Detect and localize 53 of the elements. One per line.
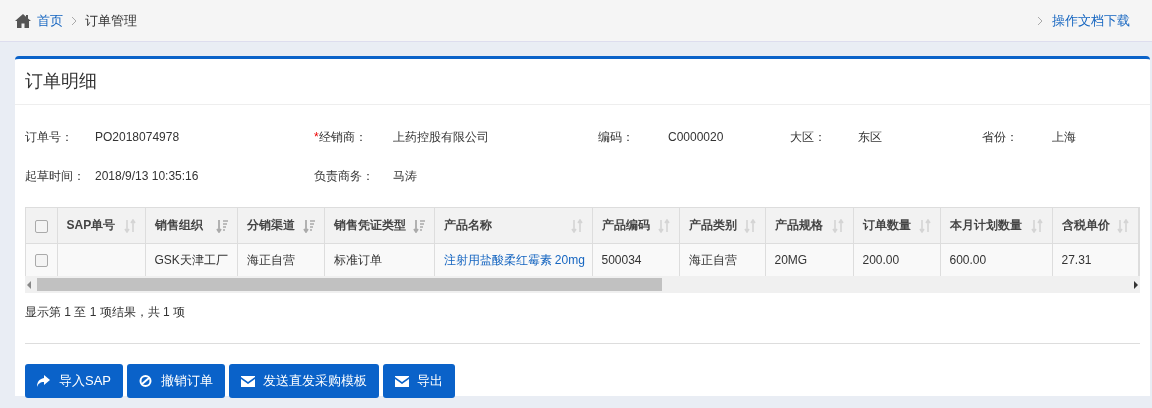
scroll-right-icon[interactable] (1132, 279, 1140, 290)
field-value: 东区 (858, 128, 883, 146)
scroll-left-icon[interactable] (25, 279, 33, 290)
ban-icon (139, 375, 153, 387)
field-label: 省份： (982, 128, 1019, 146)
table-cell: 200.00 (862, 252, 900, 267)
sort-icon[interactable] (1116, 216, 1129, 235)
field-label: 编码： (598, 128, 635, 146)
home-icon[interactable] (15, 13, 31, 28)
breadcrumb-item: 订单管理 (85, 11, 137, 30)
table-cell: GSK天津工厂 (154, 252, 228, 267)
chevron-icon (71, 16, 77, 27)
sort-icon[interactable] (743, 216, 756, 235)
table-cell: 500034 (601, 252, 642, 267)
mail-icon (241, 375, 255, 387)
sort-icon[interactable] (1030, 216, 1043, 235)
field-value: C0000020 (668, 128, 725, 146)
action-button[interactable]: 导出 (383, 364, 455, 398)
field-value: 上药控股有限公司 (393, 128, 490, 146)
chevron-icon (1037, 15, 1043, 26)
sort-icon[interactable] (918, 216, 931, 235)
table-cell: 海正自营 (246, 252, 295, 267)
doc-download-link[interactable]: 操作文档下载 (1052, 10, 1130, 31)
field-value: 马涛 (393, 167, 418, 185)
table-cell: 20MG (774, 252, 808, 267)
action-button[interactable]: 发送直发采购模板 (229, 364, 379, 398)
field-label: 订单号： (25, 128, 74, 146)
field-label: 负责商务： (314, 167, 375, 185)
action-button[interactable]: 导入SAP (25, 364, 123, 398)
table-cell: 27.31 (1061, 252, 1092, 267)
table-cell: 600.00 (949, 252, 987, 267)
table-cell: 标准订单 (333, 252, 382, 267)
table-cell: 海正自营 (688, 252, 737, 267)
checkbox[interactable] (35, 219, 48, 233)
sort-icon[interactable] (123, 216, 136, 235)
field-value: PO2018074978 (95, 128, 181, 146)
share-icon (37, 375, 51, 387)
mail-icon (395, 375, 409, 387)
sort-icon[interactable] (831, 216, 844, 235)
action-button[interactable]: 撤销订单 (127, 364, 225, 398)
field-label: 起草时间： (25, 167, 86, 185)
breadcrumb-item[interactable]: 首页 (37, 10, 63, 31)
column-header[interactable]: 产品名称 (443, 218, 492, 233)
panel-title: 订单明细 (15, 59, 1150, 105)
sort-icon[interactable] (657, 216, 670, 235)
field-label: 大区： (790, 128, 827, 146)
checkbox[interactable] (35, 254, 48, 268)
field-value: 上海 (1052, 128, 1077, 146)
table-info: 显示第 1 至 1 项结果，共 1 项 (25, 305, 186, 319)
sort-icon[interactable] (570, 216, 583, 235)
field-value: 2018/9/13 10:35:16 (95, 167, 200, 185)
horizontal-scrollbar[interactable] (25, 276, 1140, 293)
field-label: *经销商： (314, 128, 368, 146)
